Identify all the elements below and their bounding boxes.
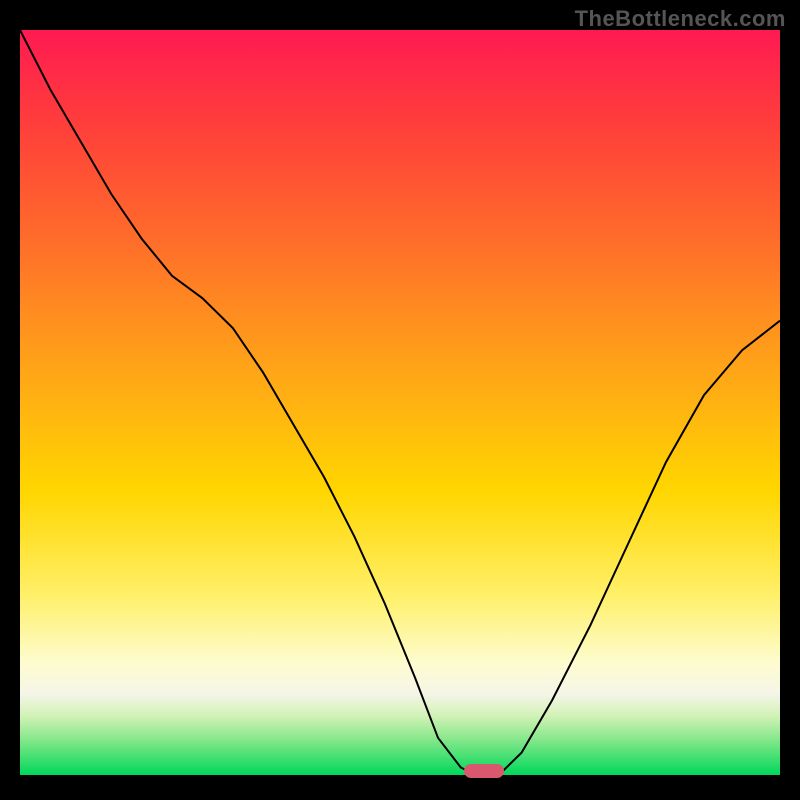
plot-area bbox=[20, 30, 780, 775]
chart-frame: TheBottleneck.com bbox=[0, 0, 800, 800]
optimal-point-marker bbox=[464, 764, 504, 778]
bottleneck-curve bbox=[20, 30, 780, 775]
curve-svg bbox=[20, 30, 780, 775]
watermark-text: TheBottleneck.com bbox=[575, 6, 786, 32]
